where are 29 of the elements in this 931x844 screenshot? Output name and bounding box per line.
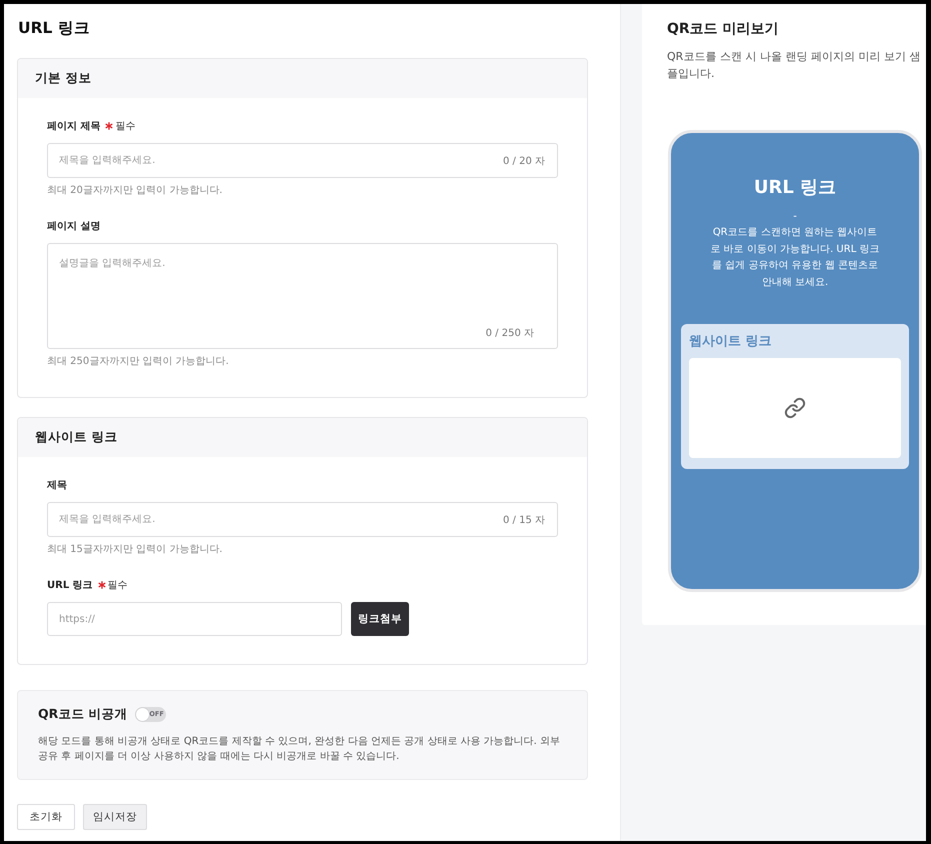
char-counter: 0 / 20 자 [503, 154, 545, 168]
link-card-title: 웹사이트 링크 [689, 332, 773, 351]
preview-title: QR코드 미리보기 [667, 20, 779, 39]
section-title: 기본 정보 [35, 70, 92, 87]
field-label: 페이지 설명 [47, 220, 100, 233]
reset-button[interactable]: 초기화 [17, 804, 75, 830]
required-text: 필수 [108, 579, 128, 592]
field-label: 페이지 제목 [47, 120, 100, 133]
page-title: URL 링크 [18, 18, 90, 39]
phone-title: URL 링크 [752, 176, 838, 200]
separator-dash: - [792, 210, 798, 224]
help-text: 최대 250글자까지만 입력이 가능합니다. [47, 355, 229, 369]
link-preview-box[interactable] [689, 358, 901, 458]
save-draft-button[interactable]: 임시저장 [83, 804, 147, 830]
url-input[interactable]: https:// [47, 602, 342, 636]
char-counter: 0 / 250 자 [486, 327, 534, 340]
required-text: 필수 [115, 120, 136, 133]
phone-description: QR코드를 스캔하면 원하는 웹사이트로 바로 이동이 가능합니다. URL 링크를 쉽게 공유하여 유용한 웹 콘텐츠로 안내해 보세요. [710, 226, 880, 290]
option-description: 해당 모드를 통해 비공개 상태로 QR코드를 제작할 수 있으며, 완성한 다음 언제든 공개 상태로 사용 가능합니다. 외부 공유 후 페이지를 더 이상 사용하지 않을 때에는 다시 비공개로 바꿀 수 있습니다. [38, 735, 562, 764]
option-title: QR코드 비공개 [38, 706, 128, 722]
preview-description: QR코드를 스캔 시 나올 랜딩 페이지의 미리 보기 샘플입니다. [667, 49, 922, 82]
char-counter: 0 / 15 자 [503, 514, 545, 526]
link-icon [784, 396, 806, 419]
attach-link-button[interactable]: 링크첨부 [351, 602, 409, 636]
help-text: 최대 20글자까지만 입력이 가능합니다. [47, 184, 222, 198]
field-label: 제목 [47, 479, 67, 492]
help-text: 최대 15글자까지만 입력이 가능합니다. [47, 543, 222, 557]
field-label: URL 링크 [47, 579, 93, 592]
section-title: 웹사이트 링크 [35, 429, 118, 446]
